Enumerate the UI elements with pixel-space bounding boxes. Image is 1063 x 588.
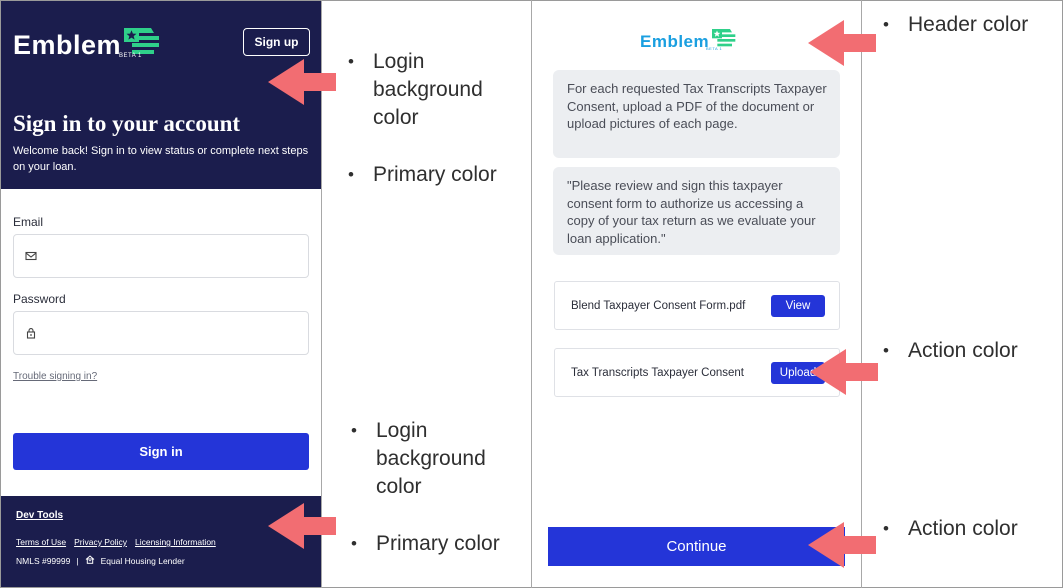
arrow-left-icon: [808, 20, 876, 66]
document-name: Tax Transcripts Taxpayer Consent: [571, 366, 745, 379]
dev-tools-link[interactable]: Dev Tools: [16, 510, 63, 521]
sign-in-button[interactable]: Sign in: [13, 433, 309, 470]
emblem-logo: Emblem BETA 1: [13, 28, 160, 63]
arrow-left-icon: [268, 59, 336, 105]
footer-links: Terms of Use Privacy Policy Licensing In…: [16, 537, 216, 547]
trouble-signing-in-link[interactable]: Trouble signing in?: [13, 371, 97, 382]
arrow-left-icon: [810, 349, 878, 395]
page-title: Sign in to your account: [13, 111, 241, 136]
document-card: Blend Taxpayer Consent Form.pdf View: [554, 281, 840, 330]
continue-button[interactable]: Continue: [548, 527, 845, 566]
sign-up-button[interactable]: Sign up: [243, 28, 310, 56]
callout-login-background: • Login background color: [351, 419, 486, 498]
house-icon: [85, 555, 95, 566]
mobile-panel: Emblem BETA 1 For each requested Tax Tra…: [532, 1, 861, 587]
view-button[interactable]: View: [771, 294, 825, 317]
callout-header-color: • Header color: [883, 13, 1029, 36]
equal-housing-label: Equal Housing Lender: [100, 555, 185, 566]
logo-text: Emblem: [640, 31, 710, 51]
password-field[interactable]: [13, 311, 309, 355]
document-card: Tax Transcripts Taxpayer Consent Upload: [554, 348, 840, 397]
arrow-left-icon: [808, 522, 876, 568]
password-label: Password: [13, 292, 66, 306]
page-subtitle: Welcome back! Sign in to view status or …: [13, 145, 309, 173]
beta-label: BETA 1: [706, 46, 723, 51]
envelope-icon: [25, 250, 37, 262]
email-label: Email: [13, 215, 44, 229]
lock-icon: [25, 327, 37, 339]
emblem-logo: Emblem BETA 1: [640, 29, 736, 54]
arrow-left-icon: [268, 503, 336, 549]
divider: [861, 0, 862, 588]
separator: |: [76, 555, 79, 566]
privacy-policy-link[interactable]: Privacy Policy: [74, 537, 127, 547]
callout-primary-color: • Primary color: [351, 532, 500, 555]
callout-login-background: • Login background color: [348, 50, 483, 129]
terms-of-use-link[interactable]: Terms of Use: [16, 537, 66, 547]
footer-legal: NMLS #99999 | Equal Housing Lender: [16, 555, 185, 566]
document-name: Blend Taxpayer Consent Form.pdf: [571, 299, 746, 312]
callout-primary-color: • Primary color: [348, 163, 497, 186]
callout-action-color: • Action color: [883, 339, 1018, 362]
beta-label: BETA 1: [119, 53, 142, 59]
email-field[interactable]: [13, 234, 309, 278]
message-bubble: For each requested Tax Transcripts Taxpa…: [553, 70, 840, 158]
logo-text: Emblem: [13, 30, 122, 60]
callout-action-color: • Action color: [883, 517, 1018, 540]
message-bubble: "Please review and sign this taxpayer co…: [553, 167, 840, 255]
nmls-number: NMLS #99999: [16, 555, 71, 566]
licensing-information-link[interactable]: Licensing Information: [135, 537, 216, 547]
